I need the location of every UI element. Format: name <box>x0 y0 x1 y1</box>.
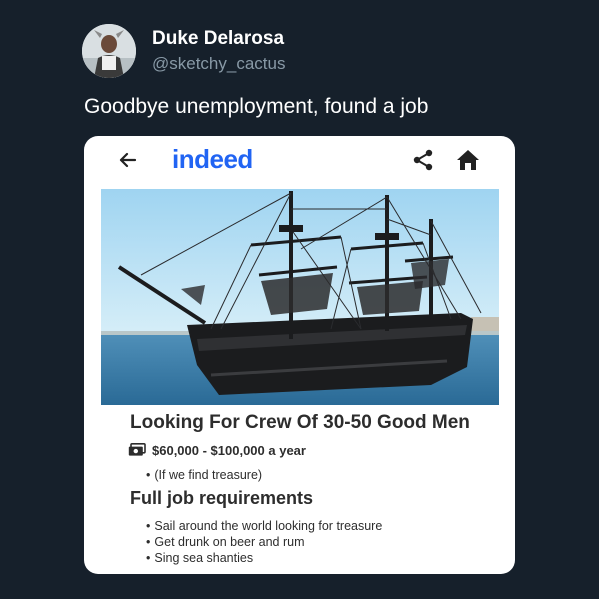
bullet-dot: • <box>146 519 151 533</box>
requirement-text: Sail around the world looking for treasu… <box>154 519 383 533</box>
avatar[interactable] <box>82 24 136 78</box>
job-title[interactable]: Looking For Crew Of 30-50 Good Men <box>130 412 470 434</box>
pirate-ship-photo <box>101 189 499 405</box>
list-item: • Sail around the world looking for treas… <box>146 518 382 534</box>
list-item: • Get drunk on beer and rum <box>146 534 382 550</box>
salary-note-text: (If we find treasure) <box>154 468 263 482</box>
author-name[interactable]: Duke Delarosa <box>152 28 284 50</box>
salary-note: • (If we find treasure) <box>146 468 262 482</box>
job-posting-card: indeed Looking For Crew Of 30-50 Good Me… <box>84 136 515 574</box>
requirements-heading: Full job requirements <box>130 488 314 508</box>
author-handle[interactable]: @sketchy_cactus <box>152 54 285 74</box>
indeed-logo[interactable]: indeed <box>172 144 253 175</box>
app-header: indeed <box>84 136 515 188</box>
money-icon <box>128 443 146 462</box>
back-arrow-icon[interactable] <box>118 148 138 177</box>
requirement-text: Get drunk on beer and rum <box>154 535 305 549</box>
bullet-dot: • <box>146 535 151 549</box>
home-icon[interactable] <box>455 147 481 178</box>
avatar-image <box>82 24 136 78</box>
salary: $60,000 - $100,000 a year <box>152 443 306 458</box>
tweet-text: Goodbye unemployment, found a job <box>84 95 429 118</box>
share-icon[interactable] <box>412 148 434 177</box>
bullet-dot: • <box>146 551 151 565</box>
requirements-list: • Sail around the world looking for treas… <box>146 518 382 566</box>
requirement-text: Sing sea shanties <box>154 551 254 565</box>
list-item: • Sing sea shanties <box>146 550 382 566</box>
bullet-dot: • <box>146 468 151 482</box>
